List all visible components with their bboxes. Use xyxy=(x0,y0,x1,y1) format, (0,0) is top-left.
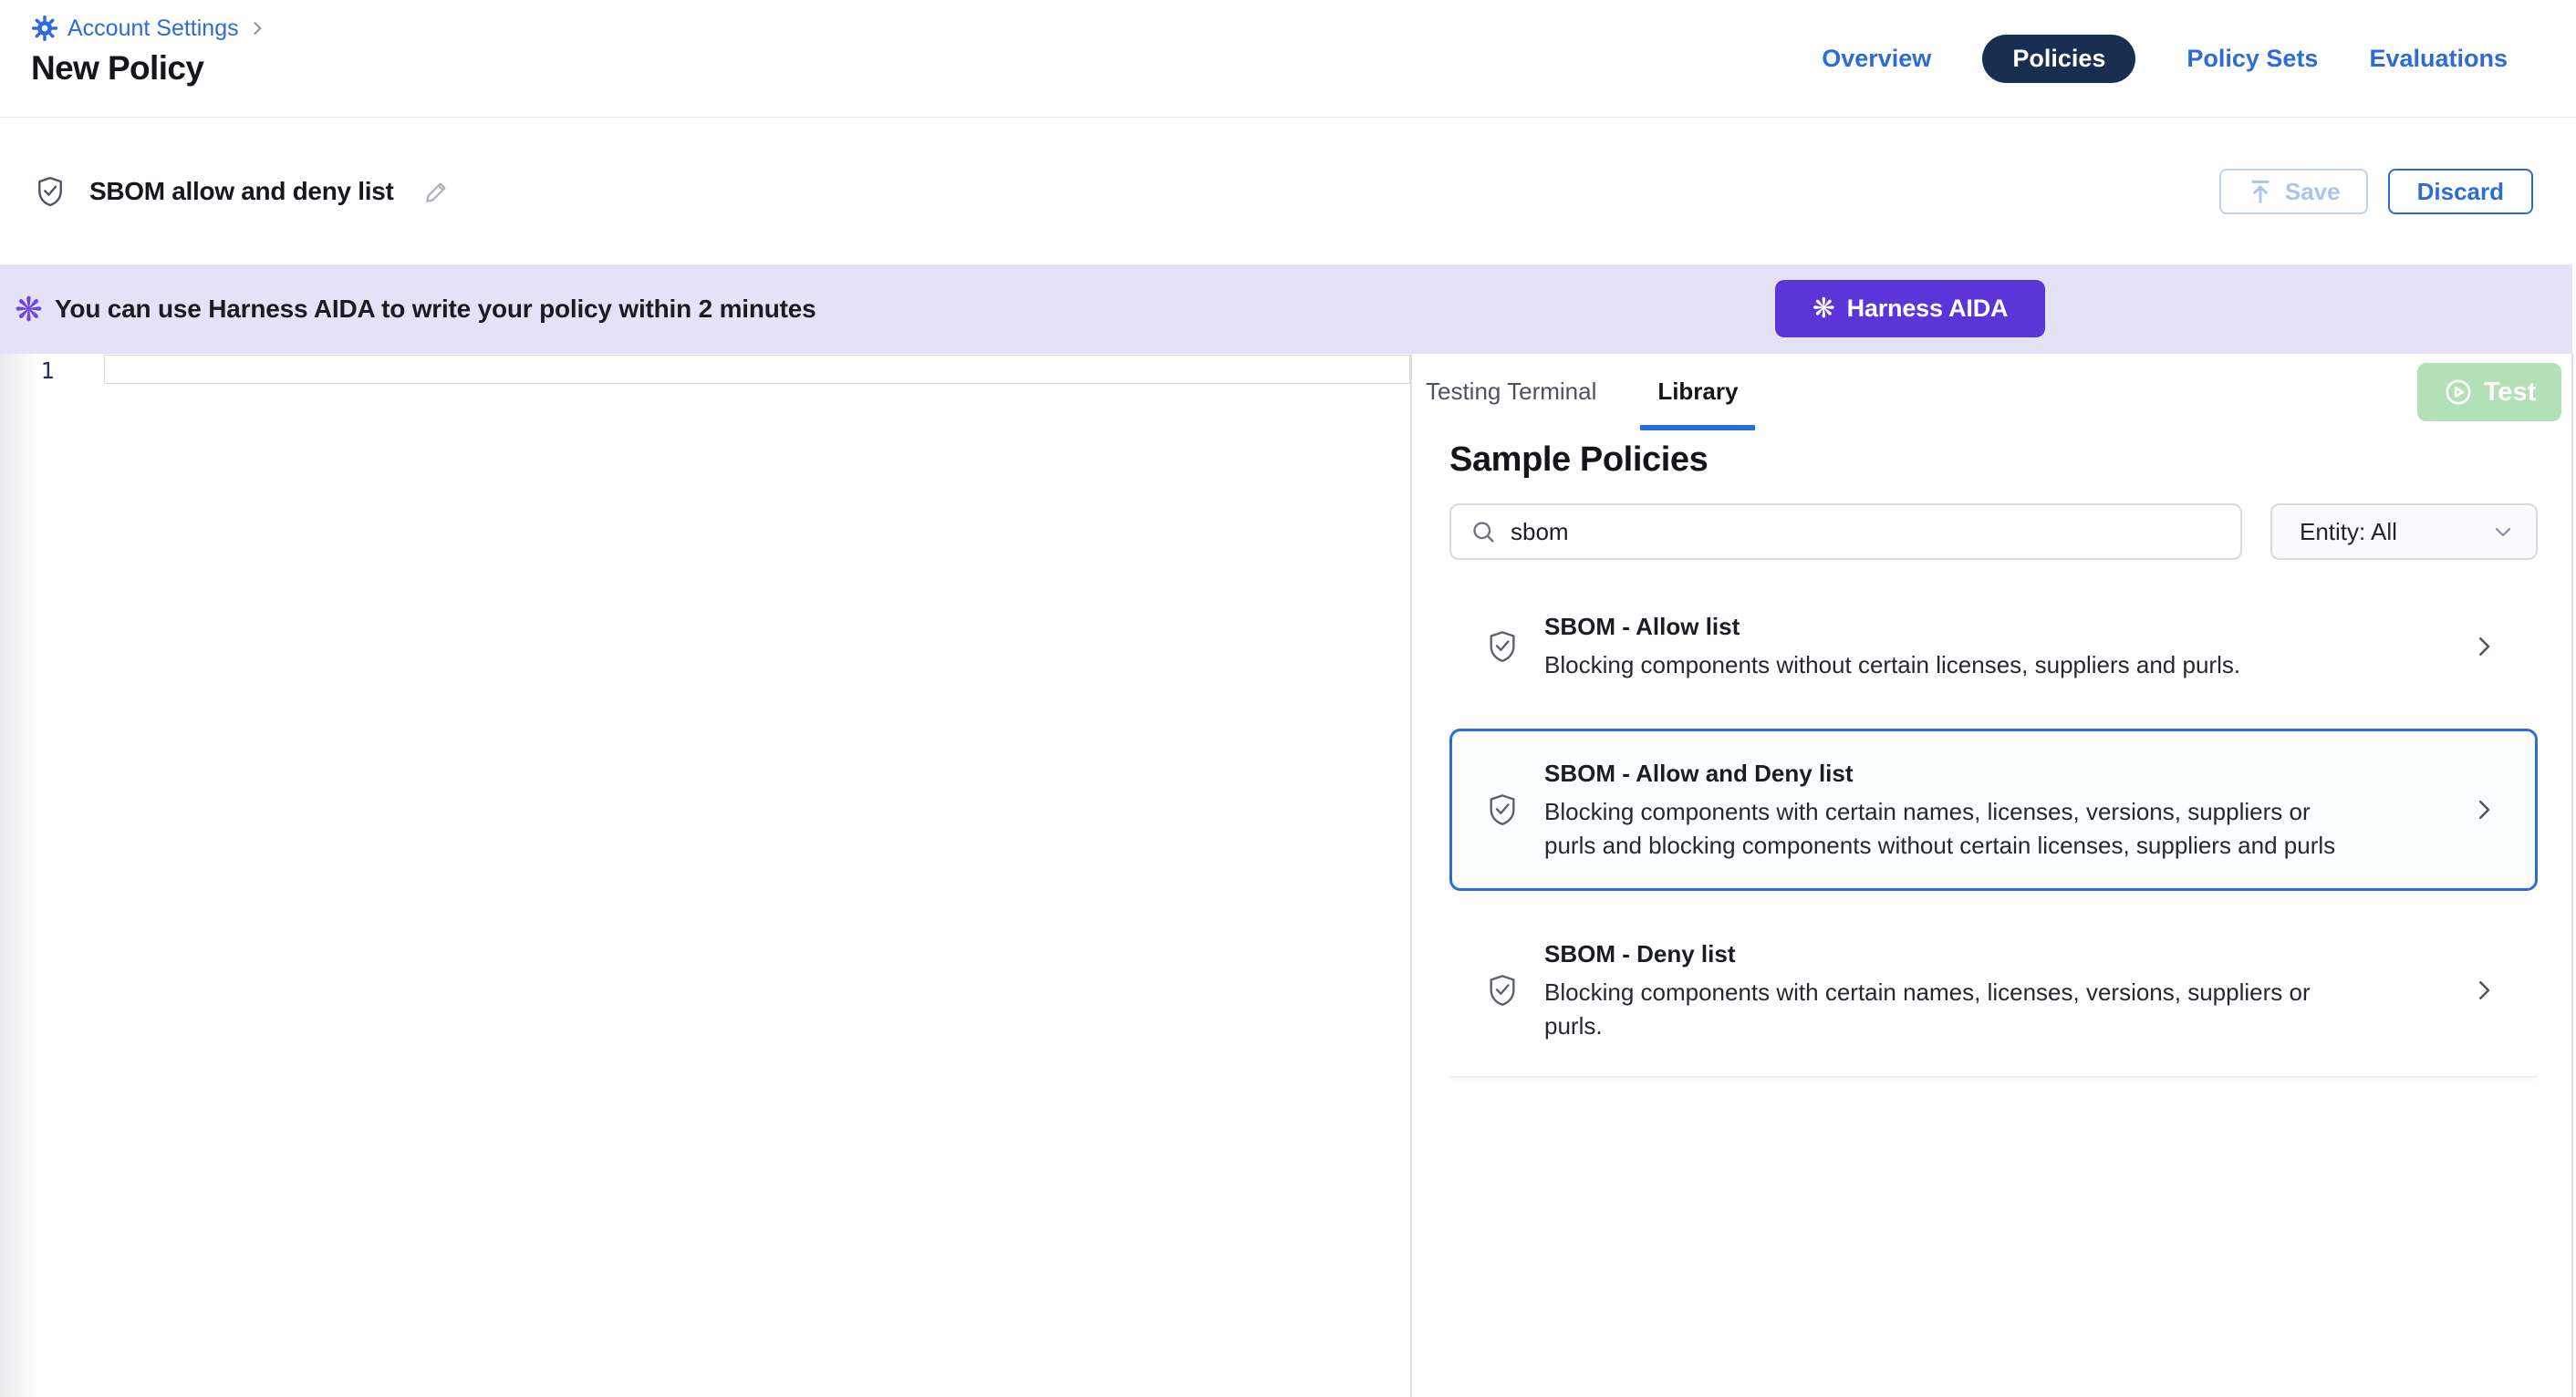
policy-card-title: SBOM - Allow and Deny list xyxy=(1544,757,2365,790)
policy-card-description: Blocking components with certain names, … xyxy=(1544,795,2365,863)
chevron-right-icon xyxy=(2470,633,2498,660)
shield-check-icon xyxy=(1484,790,1521,830)
code-editor[interactable]: 1 xyxy=(0,354,1410,1397)
policy-list: SBOM - Allow list Blocking components wi… xyxy=(1449,597,2538,1078)
test-button[interactable]: Test xyxy=(2417,363,2561,421)
policy-name: SBOM allow and deny list xyxy=(89,177,394,206)
top-nav: Overview Policies Policy Sets Evaluation… xyxy=(1822,0,2508,118)
nav-tab-overview[interactable]: Overview xyxy=(1822,45,1931,73)
aida-banner-message-group: ❋ You can use Harness AIDA to write your… xyxy=(15,264,816,354)
editor-left-shadow xyxy=(0,354,38,1397)
aida-banner: ❋ You can use Harness AIDA to write your… xyxy=(0,264,2572,354)
upload-icon xyxy=(2247,178,2274,205)
panel-body: Sample Policies Entity: All xyxy=(1412,440,2572,1078)
policy-card-sbom-allow-and-deny-list[interactable]: SBOM - Allow and Deny list Blocking comp… xyxy=(1449,729,2538,891)
panel-tabs: Testing Terminal Library xyxy=(1412,354,2572,430)
main-area: 1 Testing Terminal Library Test Sample P… xyxy=(0,354,2576,1397)
edit-pencil-icon[interactable] xyxy=(423,178,451,205)
policy-card-sbom-allow-list[interactable]: SBOM - Allow list Blocking components wi… xyxy=(1449,597,2538,695)
gear-icon[interactable] xyxy=(31,15,58,42)
editor-active-line xyxy=(104,355,1410,384)
nav-tab-policies[interactable]: Policies xyxy=(1982,35,2135,83)
policy-name-group: SBOM allow and deny list xyxy=(33,119,451,264)
policy-card-description: Blocking components with certain names, … xyxy=(1544,976,2365,1043)
save-button[interactable]: Save xyxy=(2219,169,2368,214)
nav-tab-evaluations[interactable]: Evaluations xyxy=(2369,45,2508,73)
sample-policies-title: Sample Policies xyxy=(1449,440,2538,479)
policy-card-sbom-deny-list[interactable]: SBOM - Deny list Blocking components wit… xyxy=(1449,925,2538,1056)
shield-check-icon xyxy=(1484,970,1521,1010)
list-bottom-divider xyxy=(1449,1076,2538,1078)
breadcrumb-chevron-icon xyxy=(248,19,266,37)
shield-check-icon xyxy=(33,174,68,209)
page-header: Account Settings New Policy Overview Pol… xyxy=(0,0,2576,118)
tab-testing-terminal[interactable]: Testing Terminal xyxy=(1426,378,1596,405)
search-box xyxy=(1449,503,2242,560)
tab-library[interactable]: Library xyxy=(1640,378,1755,430)
play-icon xyxy=(2443,377,2474,408)
harness-aida-button[interactable]: ❋ Harness AIDA xyxy=(1775,280,2045,337)
policy-card-title: SBOM - Allow list xyxy=(1544,610,2365,643)
policy-card-title: SBOM - Deny list xyxy=(1544,937,2365,970)
filters-row: Entity: All xyxy=(1449,503,2538,560)
aida-banner-message: You can use Harness AIDA to write your p… xyxy=(55,295,816,324)
breadcrumb: Account Settings xyxy=(31,15,266,42)
search-icon xyxy=(1470,518,1497,545)
panel-right-border xyxy=(2571,354,2573,1397)
nav-tab-policy-sets[interactable]: Policy Sets xyxy=(2186,45,2318,73)
search-input[interactable] xyxy=(1511,518,2222,546)
chevron-right-icon xyxy=(2470,796,2498,823)
active-tab-underline xyxy=(1640,425,1755,430)
page-title: New Policy xyxy=(31,49,203,88)
policy-toolbar: SBOM allow and deny list Save Discard xyxy=(0,119,2576,264)
chevron-right-icon xyxy=(2470,977,2498,1004)
entity-filter-dropdown[interactable]: Entity: All xyxy=(2270,503,2538,560)
toolbar-buttons: Save Discard xyxy=(2219,119,2533,264)
policy-card-description: Blocking components without certain lice… xyxy=(1544,648,2365,682)
discard-button[interactable]: Discard xyxy=(2388,169,2533,214)
breadcrumb-account-settings-link[interactable]: Account Settings xyxy=(68,16,239,42)
sparkle-icon: ❋ xyxy=(1813,295,1835,323)
chevron-down-icon xyxy=(2490,519,2516,544)
library-panel: Testing Terminal Library Test Sample Pol… xyxy=(1412,354,2572,1397)
shield-check-icon xyxy=(1484,626,1521,667)
sparkle-icon: ❋ xyxy=(15,293,43,326)
